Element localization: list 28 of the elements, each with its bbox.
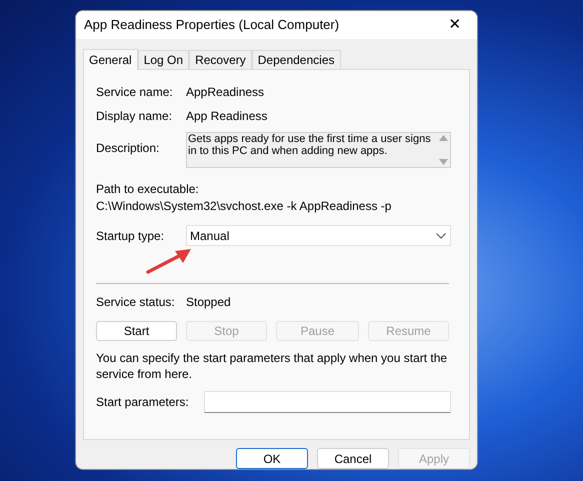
field-value: AppReadiness <box>186 84 264 101</box>
field-value: App Readiness <box>186 108 268 125</box>
dialog-button[interactable]: OK <box>236 448 308 469</box>
window-title: App Readiness Properties (Local Computer) <box>84 16 340 34</box>
field-value: Stopped <box>186 294 231 311</box>
startup-type-dropdown[interactable]: Manual <box>186 225 451 246</box>
annotation-arrow <box>145 247 193 275</box>
field-label: Start parameters: <box>96 394 190 411</box>
start-parameters-field[interactable] <box>204 391 451 413</box>
hint-text: You can specify the start parameters that apply when you start the service from here. <box>96 350 448 382</box>
tab[interactable]: General <box>83 49 138 70</box>
field-label: Service name: <box>96 84 174 101</box>
tab[interactable]: Dependencies <box>252 50 340 69</box>
field-label: Startup type: <box>96 228 166 244</box>
scroll-down-icon <box>438 159 448 165</box>
field-label: Path to executable: <box>96 181 200 198</box>
close-button[interactable]: ✕ <box>435 12 475 38</box>
field-label: Display name: <box>96 108 174 125</box>
service-button[interactable]: Start <box>96 321 177 341</box>
scroll-up-icon <box>438 135 448 141</box>
field-label: Service status: <box>96 294 176 311</box>
chevron-down-icon <box>436 232 446 238</box>
field-label: Description: <box>96 140 160 157</box>
description-text: Gets apps ready for use the first time a user signs in to this PC and when adding new apps. <box>187 133 432 157</box>
tab[interactable]: Log On <box>138 50 190 69</box>
tab[interactable]: Recovery <box>189 50 252 69</box>
dialog-button[interactable]: Cancel <box>317 448 389 469</box>
path-value: C:\Windows\System32\svchost.exe -k AppReadiness -p <box>96 198 392 215</box>
